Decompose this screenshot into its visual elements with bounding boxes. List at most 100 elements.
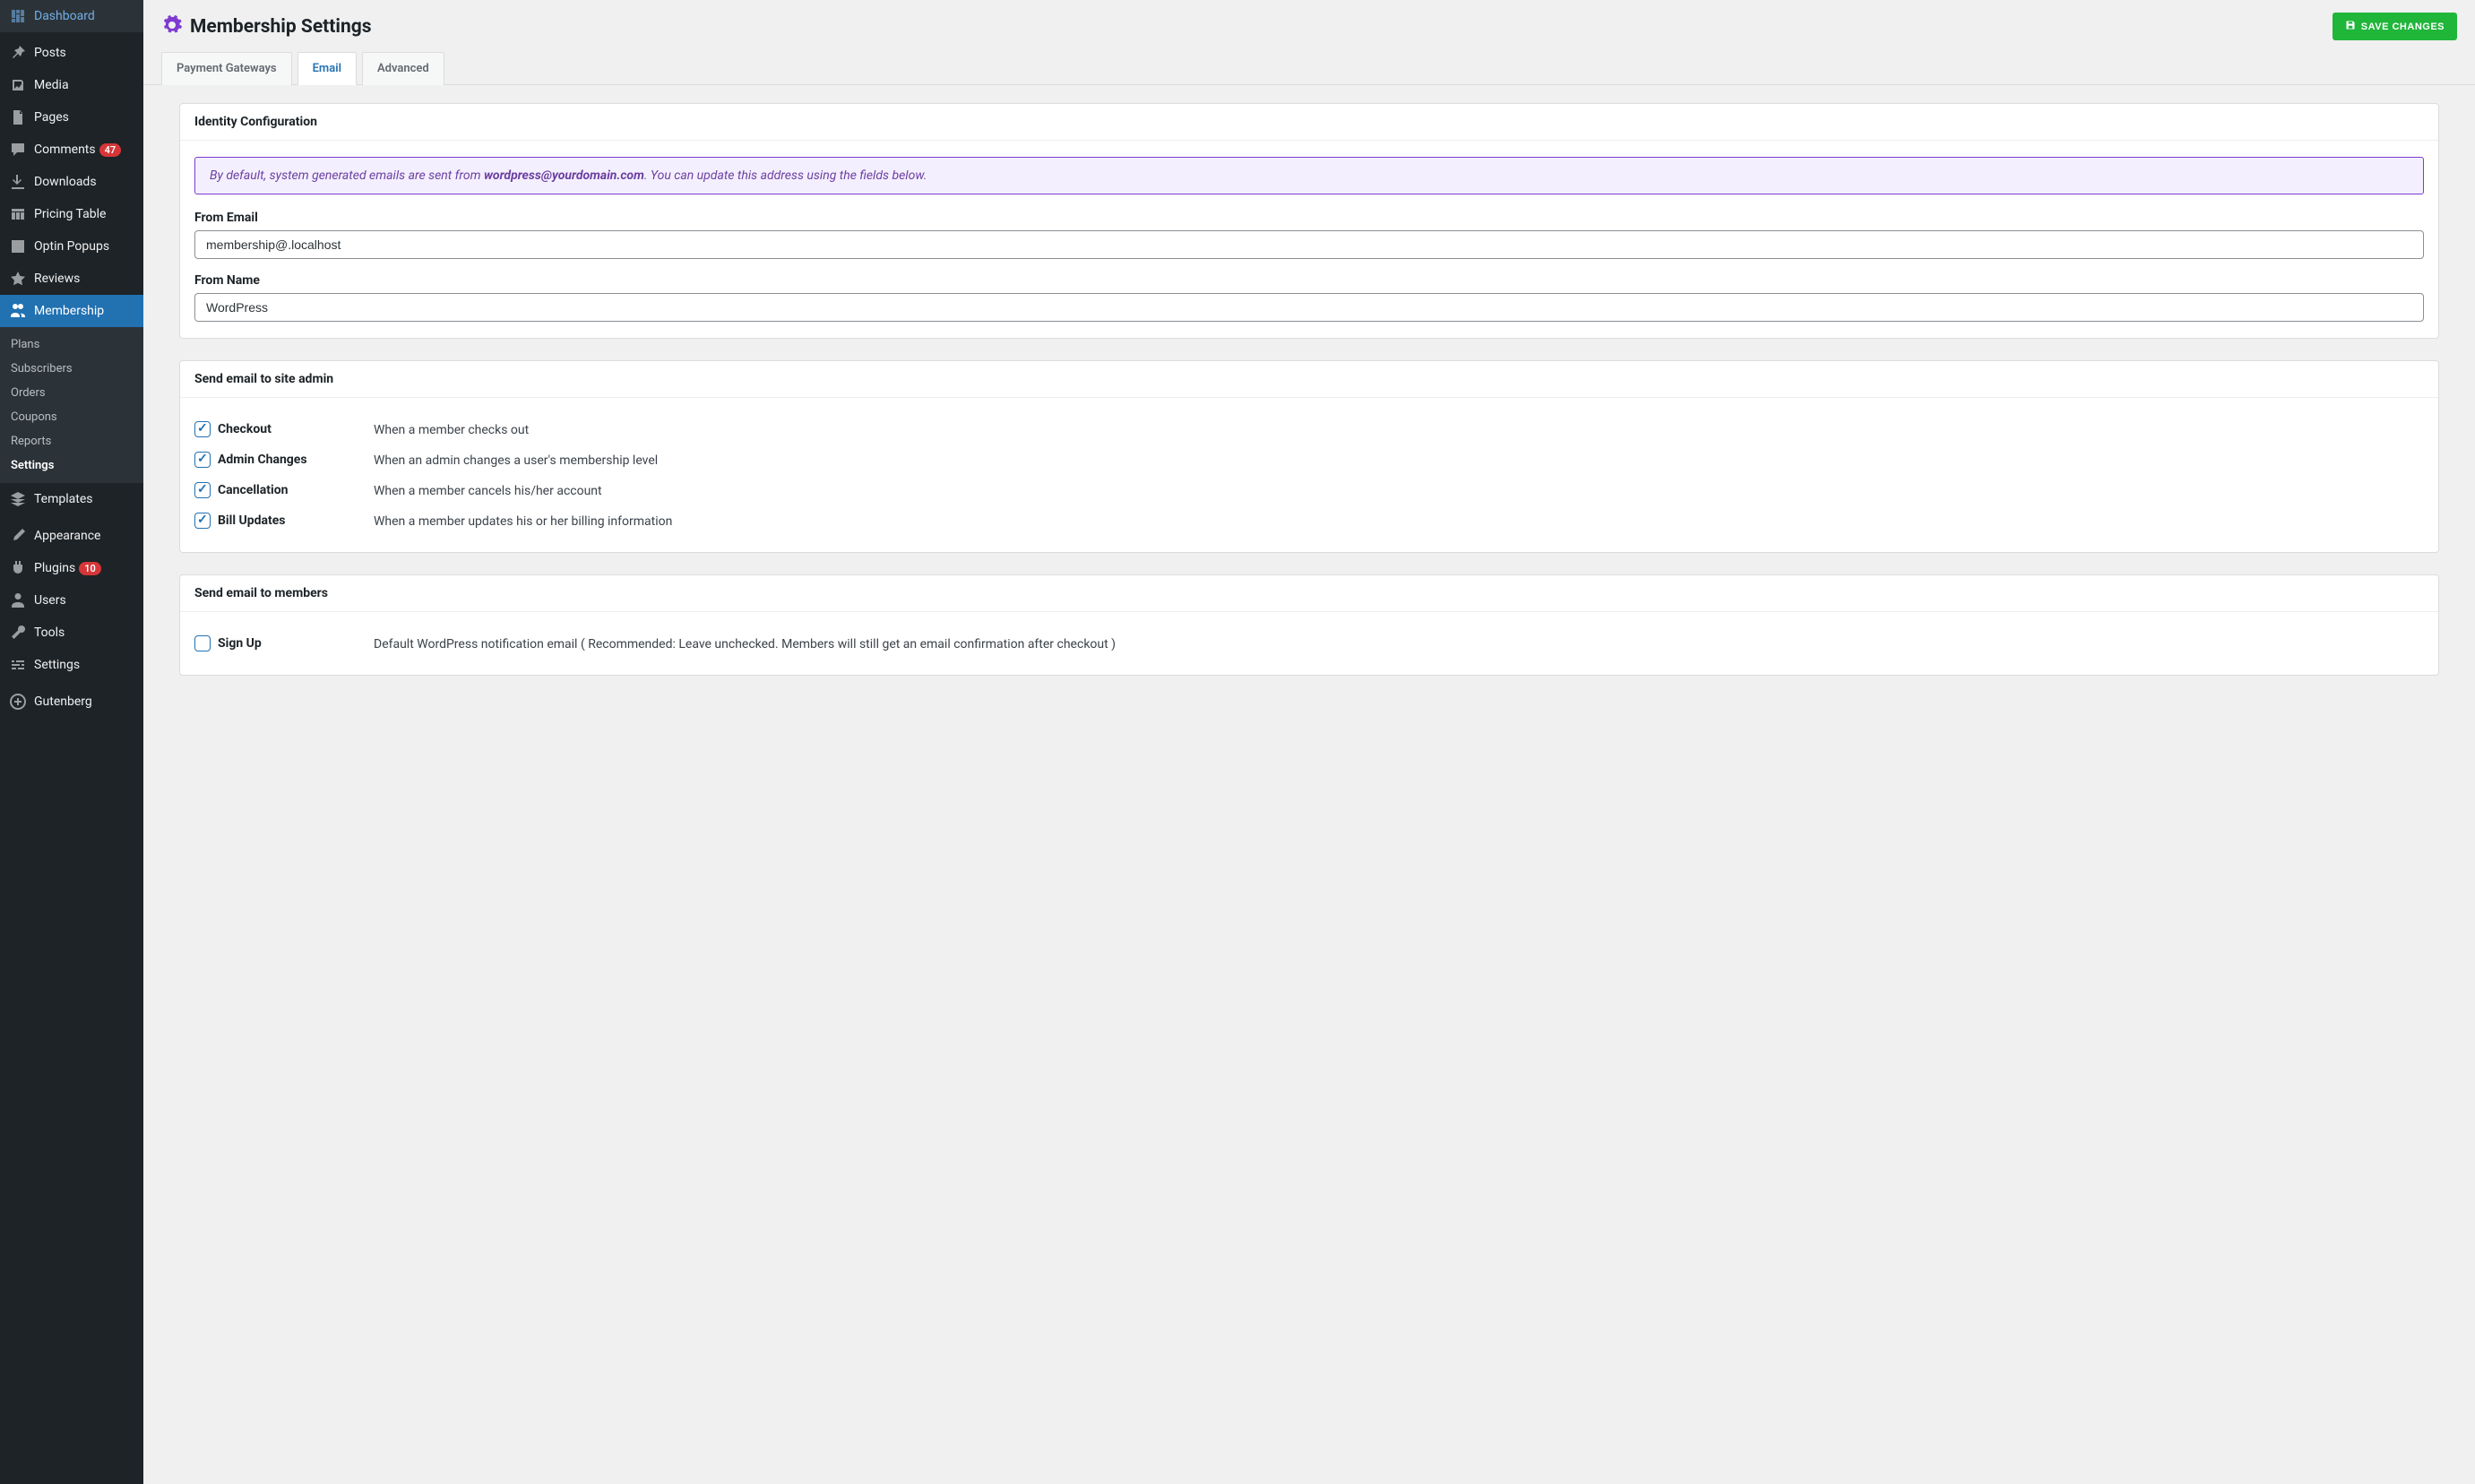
submenu-settings[interactable]: Settings: [0, 453, 143, 478]
settings-gear-icon: [161, 14, 183, 39]
panel-heading: Identity Configuration: [180, 104, 2438, 141]
from-name-label: From Name: [194, 273, 2424, 288]
table-icon: [9, 205, 27, 223]
checkbox-row: Admin Changes When an admin changes a use…: [194, 444, 2424, 475]
sidebar-label: Templates: [34, 492, 93, 506]
info-notice: By default, system generated emails are …: [194, 157, 2424, 194]
identity-panel: Identity Configuration By default, syste…: [179, 103, 2439, 339]
popup-icon: [9, 237, 27, 255]
layers-icon: [9, 490, 27, 508]
checkbox-description: When a member checks out: [374, 421, 529, 437]
sidebar-label: Tools: [34, 626, 65, 640]
sidebar-item-posts[interactable]: Posts: [0, 37, 143, 69]
star-icon: [9, 270, 27, 288]
sidebar-label: Dashboard: [34, 9, 95, 23]
checkbox-description: When a member cancels his/her account: [374, 482, 602, 498]
dashboard-icon: [9, 7, 27, 25]
sidebar-item-dashboard[interactable]: Dashboard: [0, 0, 143, 32]
checkbox-label: Checkout: [218, 422, 272, 436]
checkbox-row: Sign Up Default WordPress notification em…: [194, 628, 2424, 659]
sidebar-item-plugins[interactable]: Plugins 10: [0, 552, 143, 584]
page-title: Membership Settings: [190, 16, 372, 38]
comments-badge: 47: [99, 143, 122, 157]
checkbox-row: Cancellation When a member cancels his/he…: [194, 475, 2424, 505]
users-icon: [9, 302, 27, 320]
save-changes-button[interactable]: SAVE CHANGES: [2333, 13, 2457, 40]
sidebar-label: Membership: [34, 304, 104, 318]
submenu-reports[interactable]: Reports: [0, 429, 143, 453]
main-content: Membership Settings SAVE CHANGES Payment…: [143, 0, 2475, 1484]
member-email-panel: Send email to members Sign Up Default Wor…: [179, 574, 2439, 676]
media-icon: [9, 76, 27, 94]
sidebar-item-pages[interactable]: Pages: [0, 101, 143, 134]
wrench-icon: [9, 624, 27, 642]
tab-advanced[interactable]: Advanced: [362, 52, 444, 85]
sidebar-submenu: Plans Subscribers Orders Coupons Reports…: [0, 327, 143, 483]
admin-sidebar: Dashboard Posts Media Pages Comments47 D…: [0, 0, 143, 1484]
pin-icon: [9, 44, 27, 62]
sidebar-label: Media: [34, 78, 69, 92]
sidebar-label: Comments: [34, 142, 96, 157]
sidebar-item-media[interactable]: Media: [0, 69, 143, 101]
sidebar-label: Appearance: [34, 529, 100, 543]
checkbox-row: Checkout When a member checks out: [194, 414, 2424, 444]
sidebar-label: Settings: [34, 658, 80, 672]
member-email-checkbox-0[interactable]: [194, 635, 211, 651]
tab-email[interactable]: Email: [298, 52, 357, 85]
checkbox-label: Bill Updates: [218, 513, 286, 528]
sidebar-item-templates[interactable]: Templates: [0, 483, 143, 515]
sidebar-item-appearance[interactable]: Appearance: [0, 520, 143, 552]
sidebar-label: Optin Popups: [34, 239, 109, 254]
checkbox-label: Admin Changes: [218, 453, 307, 467]
sliders-icon: [9, 656, 27, 674]
checkbox-row: Bill Updates When a member updates his or…: [194, 505, 2424, 536]
plug-icon: [9, 559, 27, 577]
sidebar-item-settings[interactable]: Settings: [0, 649, 143, 681]
checkbox-description: Default WordPress notification email ( R…: [374, 635, 1116, 651]
sidebar-label: Gutenberg: [34, 695, 92, 709]
sidebar-label: Pricing Table: [34, 207, 106, 221]
submenu-subscribers[interactable]: Subscribers: [0, 357, 143, 381]
submenu-orders[interactable]: Orders: [0, 381, 143, 405]
checkbox-label: Sign Up: [218, 636, 262, 651]
admin-email-checkbox-3[interactable]: [194, 513, 211, 529]
sidebar-label: Reviews: [34, 272, 80, 286]
plugins-badge: 10: [79, 562, 101, 575]
sidebar-item-optin[interactable]: Optin Popups: [0, 230, 143, 263]
sidebar-label: Downloads: [34, 175, 97, 189]
checkbox-label: Cancellation: [218, 483, 288, 497]
settings-tabs: Payment Gateways Email Advanced: [143, 51, 2475, 85]
admin-email-checkbox-0[interactable]: [194, 421, 211, 437]
sidebar-label: Plugins: [34, 561, 75, 575]
from-name-input[interactable]: [194, 293, 2424, 322]
tab-payment-gateways[interactable]: Payment Gateways: [161, 52, 292, 85]
from-email-input[interactable]: [194, 230, 2424, 259]
sidebar-item-comments[interactable]: Comments47: [0, 134, 143, 166]
sidebar-item-gutenberg[interactable]: Gutenberg: [0, 686, 143, 718]
submenu-coupons[interactable]: Coupons: [0, 405, 143, 429]
from-email-label: From Email: [194, 211, 2424, 225]
sidebar-item-downloads[interactable]: Downloads: [0, 166, 143, 198]
sidebar-item-membership[interactable]: Membership: [0, 295, 143, 327]
sidebar-item-reviews[interactable]: Reviews: [0, 263, 143, 295]
save-icon: [2345, 20, 2356, 33]
sidebar-label: Users: [34, 593, 66, 608]
admin-email-checkbox-1[interactable]: [194, 452, 211, 468]
checkbox-description: When a member updates his or her billing…: [374, 513, 672, 529]
user-icon: [9, 591, 27, 609]
panel-heading: Send email to members: [180, 575, 2438, 612]
submenu-plans[interactable]: Plans: [0, 332, 143, 357]
checkbox-description: When an admin changes a user's membershi…: [374, 452, 658, 468]
admin-email-panel: Send email to site admin Checkout When a …: [179, 360, 2439, 553]
sidebar-item-tools[interactable]: Tools: [0, 617, 143, 649]
admin-email-checkbox-2[interactable]: [194, 482, 211, 498]
sidebar-item-pricing[interactable]: Pricing Table: [0, 198, 143, 230]
sidebar-item-users[interactable]: Users: [0, 584, 143, 617]
download-icon: [9, 173, 27, 191]
sidebar-label: Pages: [34, 110, 69, 125]
comment-icon: [9, 141, 27, 159]
gutenberg-icon: [9, 693, 27, 711]
brush-icon: [9, 527, 27, 545]
page-icon: [9, 108, 27, 126]
panel-heading: Send email to site admin: [180, 361, 2438, 398]
